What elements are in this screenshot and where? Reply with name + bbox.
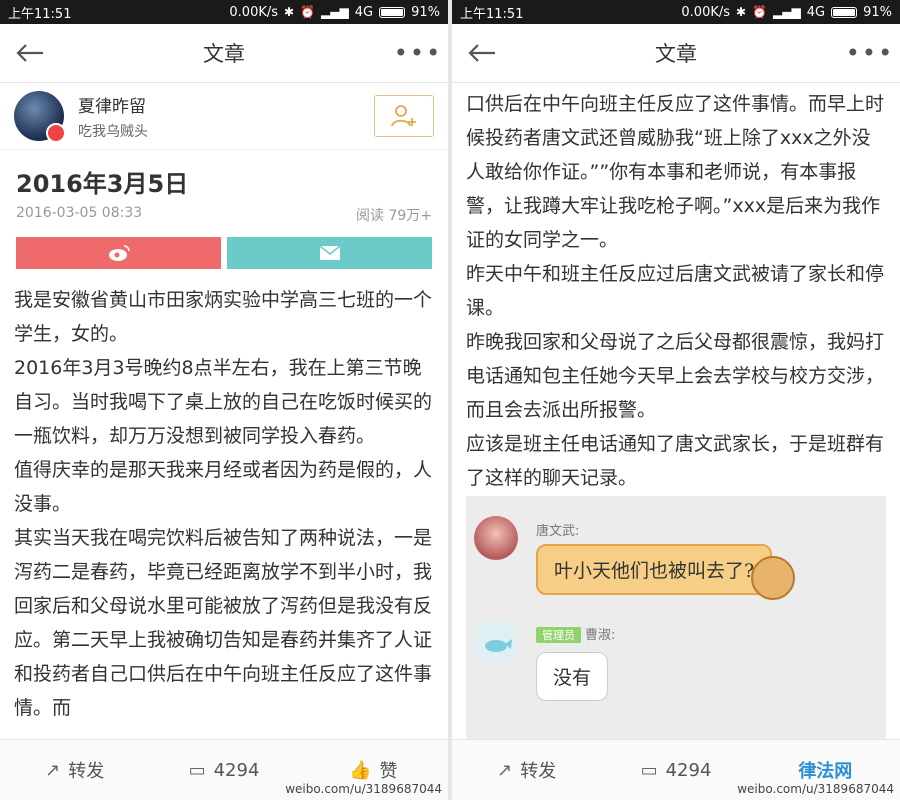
chat-sender: 管理员 曹淑: xyxy=(536,624,615,643)
paragraph: 2016年3月3号晚约8点半左右，我在上第三节晚自习。当时我喝下了桌上放的自己在… xyxy=(14,357,433,447)
repost-icon: ↗ xyxy=(45,759,61,781)
chat-avatar xyxy=(474,516,518,560)
network-speed: 0.00K/s xyxy=(681,4,731,20)
comment-count: 4294 xyxy=(213,759,260,781)
chat-screenshot: 唐文武: 叶小天他们也被叫去了? 管理员 曹淑: 没有 xyxy=(466,496,886,756)
share-weibo-button[interactable] xyxy=(16,237,221,269)
signal-icon: ▂▄▆ xyxy=(321,5,349,19)
battery-icon xyxy=(379,6,406,18)
site-logo: 律法网 xyxy=(798,761,853,782)
nav-title: 文章 xyxy=(655,42,697,66)
article-body: 我是安徽省黄山市田家炳实验中学高三七班的一个学生，女的。 2016年3月3号晚约… xyxy=(0,283,448,725)
network-speed: 0.00K/s xyxy=(229,4,279,20)
article-title: 2016年3月5日 xyxy=(16,170,189,198)
comment-icon: ▭ xyxy=(188,759,206,781)
nav-title: 文章 xyxy=(203,42,245,66)
right-screenshot: 上午11:51 0.00K/s ✱ ⏰ ▂▄▆ 4G 91% 文章 ••• 口供… xyxy=(452,0,900,800)
article-body: 口供后在中午向班主任反应了这件事情。而早上时候投药者唐文武还曾威胁我“班上除了x… xyxy=(452,87,900,495)
paragraph: 其实当天我在喝完饮料后被告知了两种说法，一是泻药二是春药，毕竟已经距离放学不到半… xyxy=(14,527,433,719)
like-label: 赞 xyxy=(379,761,398,782)
follow-button[interactable] xyxy=(374,95,434,137)
repost-label: 转发 xyxy=(520,761,557,782)
mail-icon xyxy=(319,245,340,260)
network-type: 4G xyxy=(354,4,374,20)
alarm-icon: ⏰ xyxy=(300,5,316,19)
paragraph: 昨晚我回家和父母说了之后父母都很震惊，我妈打电话通知包主任她今天早上会去学校与校… xyxy=(466,331,885,421)
chat-sender: 唐文武: xyxy=(536,520,579,539)
avatar[interactable] xyxy=(14,91,66,143)
comment-count: 4294 xyxy=(665,759,712,781)
share-mail-button[interactable] xyxy=(227,237,432,269)
repost-label: 转发 xyxy=(68,761,105,782)
chat-sender-name: 曹淑: xyxy=(585,628,616,643)
thumbs-up-icon: 👍 xyxy=(349,759,372,781)
paragraph: 昨天中午和班主任反应过后唐文武被请了家长和停课。 xyxy=(466,263,885,319)
paragraph: 应该是班主任电话通知了唐文武家长，于是班群有了这样的聊天记录。 xyxy=(466,433,885,489)
add-user-icon xyxy=(391,105,416,127)
repost-button[interactable]: ↗ 转发 xyxy=(452,757,601,783)
comment-button[interactable]: ▭ 4294 xyxy=(149,760,298,781)
watermark: weibo.com/u/3189687044 xyxy=(285,782,442,796)
back-arrow-icon[interactable] xyxy=(0,24,60,82)
author-row: 夏律昨留 吃我乌贼头 xyxy=(0,83,448,150)
verified-badge-icon xyxy=(46,123,66,143)
network-type: 4G xyxy=(806,4,826,20)
paragraph: 口供后在中午向班主任反应了这件事情。而早上时候投药者唐文武还曾威胁我“班上除了x… xyxy=(466,93,885,251)
nav-bar: 文章 ••• xyxy=(0,24,448,83)
comment-button[interactable]: ▭ 4294 xyxy=(601,760,750,781)
status-time: 上午11:51 xyxy=(8,6,72,22)
monkey-sticker-icon xyxy=(751,556,795,600)
paragraph: 我是安徽省黄山市田家炳实验中学高三七班的一个学生，女的。 xyxy=(14,289,433,345)
left-screenshot: 上午11:51 0.00K/s ✱ ⏰ ▂▄▆ 4G 91% 文章 ••• 夏律… xyxy=(0,0,448,800)
like-button[interactable]: 👍 赞 xyxy=(299,757,448,783)
chat-sender-name: 唐文武: xyxy=(536,524,580,539)
status-bar: 上午11:51 0.00K/s ✱ ⏰ ▂▄▆ 4G 91% xyxy=(452,0,900,24)
nav-bar: 文章 ••• xyxy=(452,24,900,83)
chat-avatar xyxy=(474,620,518,664)
signal-icon: ▂▄▆ xyxy=(773,5,801,19)
more-options-icon[interactable]: ••• xyxy=(840,39,900,67)
author-name[interactable]: 夏律昨留 xyxy=(78,92,148,117)
battery-percent: 91% xyxy=(863,4,892,20)
weibo-icon xyxy=(108,245,130,261)
bluetooth-icon: ✱ xyxy=(284,5,295,19)
back-arrow-icon[interactable] xyxy=(452,24,512,82)
repost-button[interactable]: ↗ 转发 xyxy=(0,757,149,783)
battery-icon xyxy=(831,6,858,18)
read-count: 阅读 79万+ xyxy=(356,208,432,224)
more-options-icon[interactable]: ••• xyxy=(388,39,448,67)
logo: 律法网 xyxy=(751,757,900,783)
bluetooth-icon: ✱ xyxy=(736,5,747,19)
chat-bubble: 没有 xyxy=(536,652,609,701)
status-bar: 上午11:51 0.00K/s ✱ ⏰ ▂▄▆ 4G 91% xyxy=(0,0,448,24)
author-bio: 吃我乌贼头 xyxy=(78,123,148,140)
whale-icon xyxy=(485,639,512,652)
alarm-icon: ⏰ xyxy=(752,5,768,19)
watermark: weibo.com/u/3189687044 xyxy=(737,782,894,796)
status-time: 上午11:51 xyxy=(460,6,524,22)
paragraph: 值得庆幸的是那天我来月经或者因为药是假的，人没事。 xyxy=(14,459,433,515)
repost-icon: ↗ xyxy=(497,759,513,781)
battery-percent: 91% xyxy=(411,4,440,20)
article-date: 2016-03-05 08:33 xyxy=(16,205,143,221)
admin-badge: 管理员 xyxy=(536,627,581,643)
comment-icon: ▭ xyxy=(640,759,658,781)
chat-bubble: 叶小天他们也被叫去了? xyxy=(536,544,773,595)
